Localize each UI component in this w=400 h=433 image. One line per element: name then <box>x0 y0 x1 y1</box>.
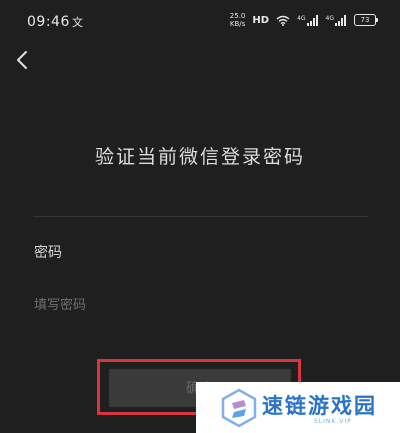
link-logo-icon <box>221 388 257 428</box>
cell-signal-icon <box>335 14 346 26</box>
password-label: 密码 <box>34 245 62 261</box>
divider <box>33 216 368 217</box>
network-speed: 25.0 KB/s <box>230 12 246 28</box>
back-button[interactable] <box>10 48 34 72</box>
cell-signal-1: 4G <box>297 14 318 26</box>
status-bar: 09:46 文 25.0 KB/s HD 4G 4G 73 <box>0 0 400 40</box>
page-title: 验证当前微信登录密码 <box>94 146 305 168</box>
watermark-subtext: SLINK.VIP <box>314 418 352 425</box>
battery-icon: 73 <box>354 14 378 26</box>
wifi-icon <box>276 15 290 26</box>
cell-signal-2: 4G <box>325 14 347 26</box>
cell-signal-icon <box>306 14 318 26</box>
notification-icon: 文 <box>72 16 83 29</box>
status-time: 09:46 <box>27 14 70 30</box>
hd-indicator: HD <box>252 14 270 26</box>
signal-2-label: 4G <box>325 14 334 22</box>
network-speed-unit: KB/s <box>229 20 246 28</box>
signal-1-label: 4G <box>297 14 306 22</box>
status-indicators: 25.0 KB/s HD 4G 4G 73 <box>230 12 378 28</box>
chevron-left-icon <box>17 51 27 69</box>
password-input[interactable] <box>34 292 364 318</box>
network-speed-value: 25.0 <box>229 12 246 20</box>
wechat-password-verify-screen: 09:46 文 25.0 KB/s HD 4G 4G 73 验证当前微信登录密码… <box>0 0 400 433</box>
watermark-text: 速链游戏园 <box>262 394 377 418</box>
watermark: 速链游戏园 SLINK.VIP <box>196 382 400 433</box>
